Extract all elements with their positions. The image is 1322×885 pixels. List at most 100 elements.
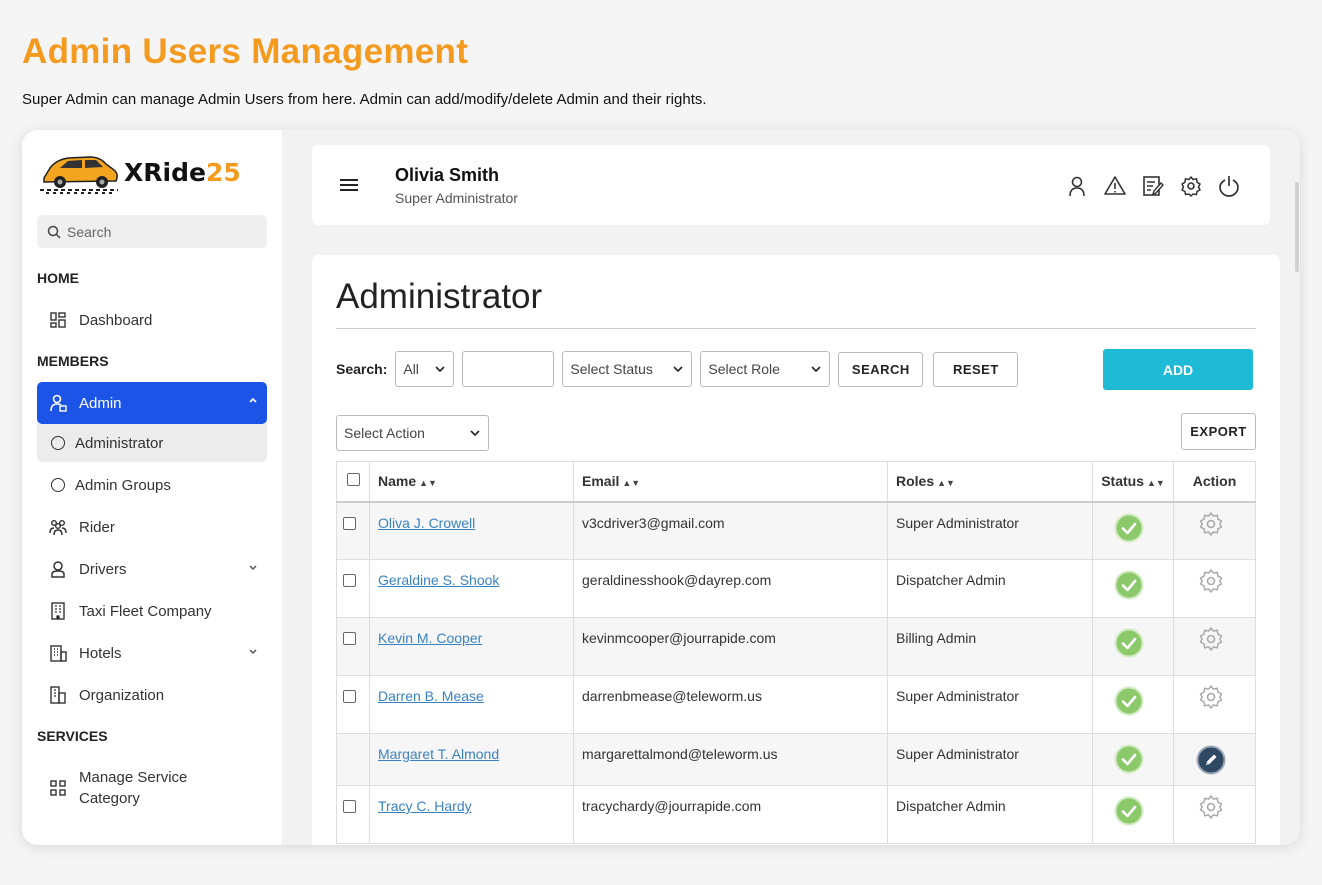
active-status-icon[interactable] <box>1114 513 1144 543</box>
row-checkbox[interactable] <box>342 800 356 813</box>
table-row: Darren B. Mease darrenbmease@teleworm.us S… <box>336 675 1256 734</box>
scrollbar[interactable] <box>1295 182 1299 272</box>
name-cell: Kevin M. Cooper <box>369 617 574 676</box>
sort-icon: ▲▼ <box>1146 478 1165 489</box>
settings-icon[interactable] <box>1180 175 1202 197</box>
table-row: Kevin M. Cooper kevinmcooper@jourrapide.c… <box>336 617 1256 676</box>
sidebar-item-taxi-fleet[interactable]: Taxi Fleet Company <box>37 592 267 630</box>
row-select-cell <box>336 559 370 618</box>
driver-icon <box>49 560 67 578</box>
page-heading: Admin Users Management <box>22 32 469 71</box>
bulk-action-select[interactable]: Select Action <box>336 415 489 451</box>
role-cell: Super Administrator <box>887 501 1093 560</box>
section-services: SERVICES <box>37 728 108 744</box>
user-profile-icon[interactable] <box>1066 175 1088 197</box>
sidebar-item-administrator[interactable]: Administrator <box>37 424 267 462</box>
status-select[interactable]: Select Status <box>562 351 693 387</box>
gear-icon[interactable] <box>1198 684 1224 710</box>
header-action: Action <box>1173 461 1256 503</box>
active-status-icon[interactable] <box>1114 796 1144 826</box>
admin-name-link[interactable]: Tracy C. Hardy <box>378 798 472 814</box>
table-row: Tracy C. Hardy tracychardy@jourrapide.com… <box>336 785 1256 844</box>
status-cell <box>1092 785 1174 844</box>
sidebar-item-hotels[interactable]: Hotels <box>37 634 267 672</box>
export-button[interactable]: EXPORT <box>1181 413 1256 450</box>
sidebar-item-label: Manage Service Category <box>79 769 188 807</box>
sidebar-item-label: Hotels <box>79 644 122 662</box>
warning-icon[interactable] <box>1104 175 1126 197</box>
email-cell: kevinmcooper@jourrapide.com <box>573 617 888 676</box>
header-icons <box>1066 175 1240 197</box>
section-home: HOME <box>37 270 79 286</box>
logo[interactable]: XRide25 <box>38 148 241 196</box>
row-checkbox[interactable] <box>342 632 356 645</box>
name-cell: Tracy C. Hardy <box>369 785 574 844</box>
admin-name-link[interactable]: Margaret T. Almond <box>378 746 499 762</box>
sidebar: XRide25 HOME Dashboard MEMBERS Admin Adm… <box>22 130 282 845</box>
active-status-icon[interactable] <box>1114 744 1144 774</box>
row-checkbox[interactable] <box>342 690 356 703</box>
role-select[interactable]: Select Role <box>700 351 831 387</box>
edit-icon[interactable] <box>1196 745 1226 775</box>
organization-icon <box>49 686 67 704</box>
sidebar-item-admin-groups[interactable]: Admin Groups <box>37 466 267 504</box>
search-button[interactable]: SEARCH <box>838 351 924 387</box>
select-value: Select Status <box>570 361 653 377</box>
sidebar-item-dashboard[interactable]: Dashboard <box>37 301 267 339</box>
select-all-cell <box>336 461 370 503</box>
sort-icon: ▲▼ <box>937 478 955 489</box>
role-cell: Super Administrator <box>887 675 1093 734</box>
section-members: MEMBERS <box>37 353 109 369</box>
action-cell <box>1173 501 1256 560</box>
sidebar-item-rider[interactable]: Rider <box>37 508 267 546</box>
table-row: Oliva J. Crowell v3cdriver3@gmail.com Supe… <box>336 501 1256 560</box>
chevron-down-icon <box>811 366 821 373</box>
sidebar-search-input[interactable] <box>67 223 247 240</box>
select-all-checkbox[interactable] <box>346 473 360 487</box>
sidebar-item-manage-service-category[interactable]: Manage Service Category <box>37 764 267 812</box>
table-row: Geraldine S. Shook geraldinesshook@dayrep… <box>336 559 1256 618</box>
gear-icon[interactable] <box>1198 794 1224 820</box>
status-cell <box>1092 501 1174 560</box>
gear-icon[interactable] <box>1198 626 1224 652</box>
active-status-icon[interactable] <box>1114 570 1144 600</box>
row-checkbox[interactable] <box>342 574 356 587</box>
add-button[interactable]: ADD <box>1103 349 1253 390</box>
header-roles[interactable]: Roles ▲▼ <box>887 461 1093 503</box>
active-status-icon[interactable] <box>1114 686 1144 716</box>
search-field-select[interactable]: All <box>395 351 455 387</box>
role-cell: Billing Admin <box>887 617 1093 676</box>
sidebar-search[interactable] <box>37 215 267 248</box>
active-status-icon[interactable] <box>1114 628 1144 658</box>
power-icon[interactable] <box>1218 175 1240 197</box>
header-status[interactable]: Status ▲▼ <box>1092 461 1174 503</box>
edit-note-icon[interactable] <box>1142 175 1164 197</box>
admin-user-icon <box>49 394 67 412</box>
sidebar-item-admin[interactable]: Admin <box>37 382 267 424</box>
reset-button[interactable]: RESET <box>933 351 1019 387</box>
sidebar-item-label: Administrator <box>75 434 164 452</box>
email-cell: tracychardy@jourrapide.com <box>573 785 888 844</box>
circle-icon <box>51 478 65 492</box>
search-input[interactable] <box>462 351 555 387</box>
header-email[interactable]: Email ▲▼ <box>573 461 888 503</box>
status-cell <box>1092 675 1174 734</box>
admin-name-link[interactable]: Kevin M. Cooper <box>378 630 482 646</box>
sidebar-item-label: Admin <box>79 394 122 412</box>
sidebar-item-drivers[interactable]: Drivers <box>37 550 267 588</box>
name-cell: Darren B. Mease <box>369 675 574 734</box>
hamburger-menu-icon[interactable] <box>340 178 358 192</box>
header-name[interactable]: Name ▲▼ <box>369 461 574 503</box>
gear-icon[interactable] <box>1198 511 1224 537</box>
admin-name-link[interactable]: Geraldine S. Shook <box>378 572 499 588</box>
row-checkbox[interactable] <box>342 516 356 530</box>
admin-name-link[interactable]: Darren B. Mease <box>378 688 484 704</box>
chevron-down-icon <box>673 366 683 373</box>
sidebar-item-organization[interactable]: Organization <box>37 676 267 714</box>
admin-name-link[interactable]: Oliva J. Crowell <box>378 515 475 531</box>
dashboard-icon <box>49 311 67 329</box>
action-cell <box>1173 559 1256 618</box>
gear-icon[interactable] <box>1198 568 1224 594</box>
row-select-cell <box>336 501 370 560</box>
role-cell: Super Administrator <box>887 733 1093 786</box>
